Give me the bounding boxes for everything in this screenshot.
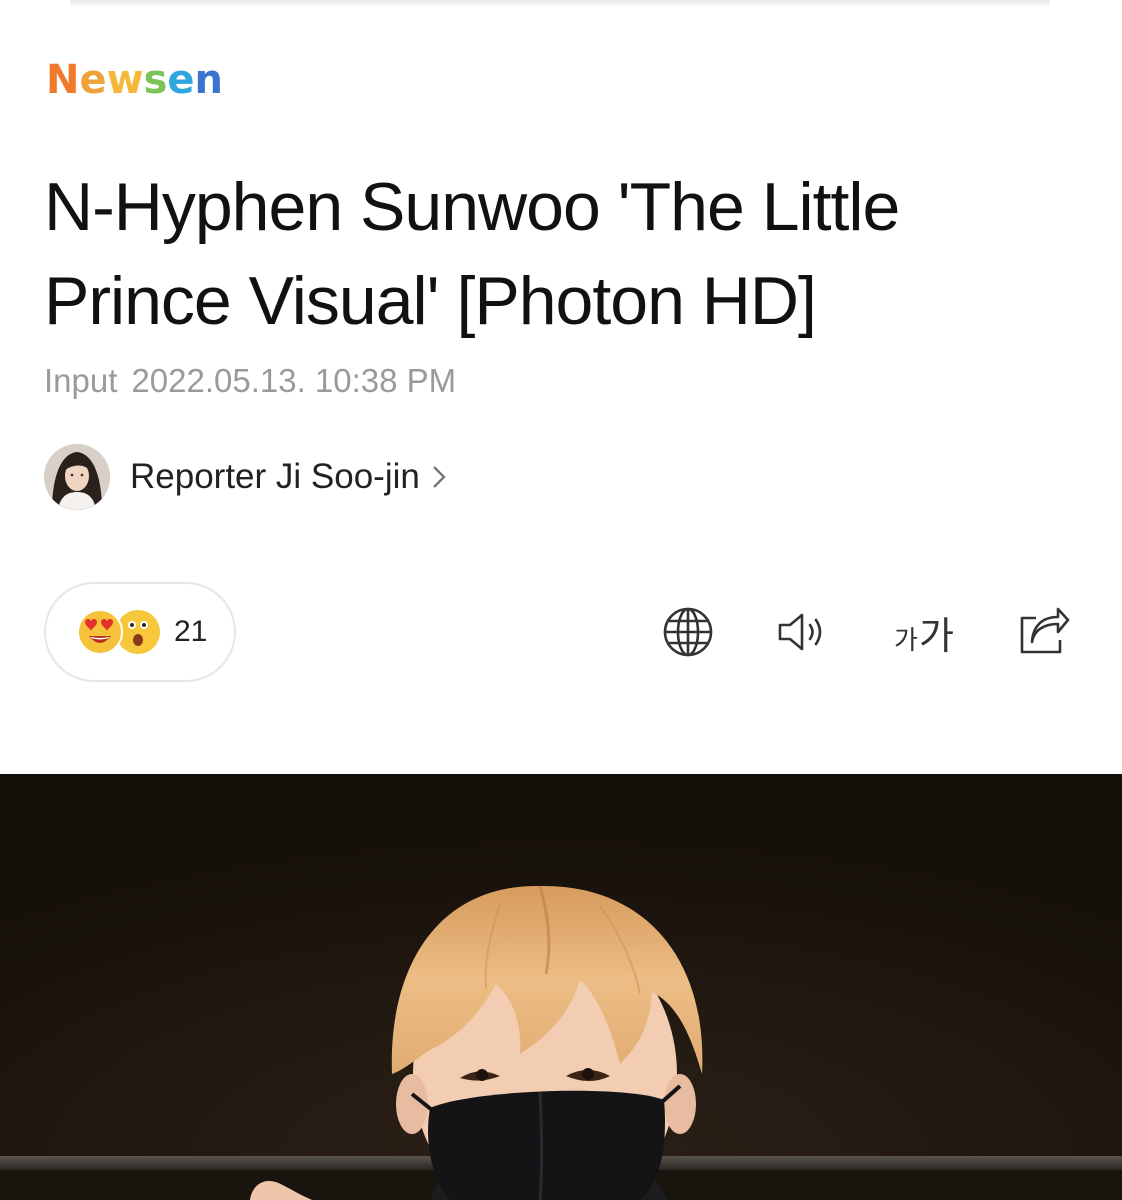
article-headline: N-Hyphen Sunwoo 'The Little Prince Visua…: [44, 169, 900, 339]
logo-letter: N: [46, 57, 80, 103]
font-size-icon: 가가: [894, 605, 954, 660]
article-page: Newsen N-Hyphen Sunwoo 'The Little Princ…: [0, 0, 1122, 1200]
share-button[interactable]: [1016, 604, 1072, 660]
article-photo: [0, 774, 1122, 1200]
listen-button[interactable]: [776, 604, 832, 660]
reporter-name: Reporter Ji Soo-jin: [130, 457, 420, 496]
font-large-glyph: 가: [918, 613, 954, 658]
reaction-button[interactable]: 21: [44, 582, 236, 682]
top-bar: [70, 0, 1050, 8]
font-size-button[interactable]: 가가: [886, 604, 962, 660]
chevron-right-icon: [432, 465, 446, 494]
globe-icon: [663, 607, 713, 657]
logo-letter: w: [106, 57, 144, 103]
article-meta: Input 2022.05.13. 10:38 PM: [44, 360, 456, 402]
input-label: Input: [44, 362, 118, 399]
speaker-icon: [778, 613, 822, 651]
reaction-emojis: [76, 608, 172, 656]
share-icon: [1020, 607, 1070, 654]
newsen-logo[interactable]: Newsen: [46, 56, 223, 104]
input-datetime: 2022.05.13. 10:38 PM: [131, 362, 457, 399]
logo-letter: n: [194, 57, 224, 103]
logo-letter: s: [143, 57, 168, 103]
reporter-avatar: [44, 444, 110, 510]
heart-eyes-emoji-icon: [77, 609, 123, 655]
translate-button[interactable]: [660, 604, 716, 660]
logo-letter: e: [167, 57, 195, 103]
reporter-link[interactable]: Reporter Ji Soo-jin: [44, 442, 446, 512]
reaction-count: 21: [174, 615, 208, 648]
logo-letter: e: [79, 57, 107, 103]
font-small-glyph: 가: [894, 625, 918, 656]
